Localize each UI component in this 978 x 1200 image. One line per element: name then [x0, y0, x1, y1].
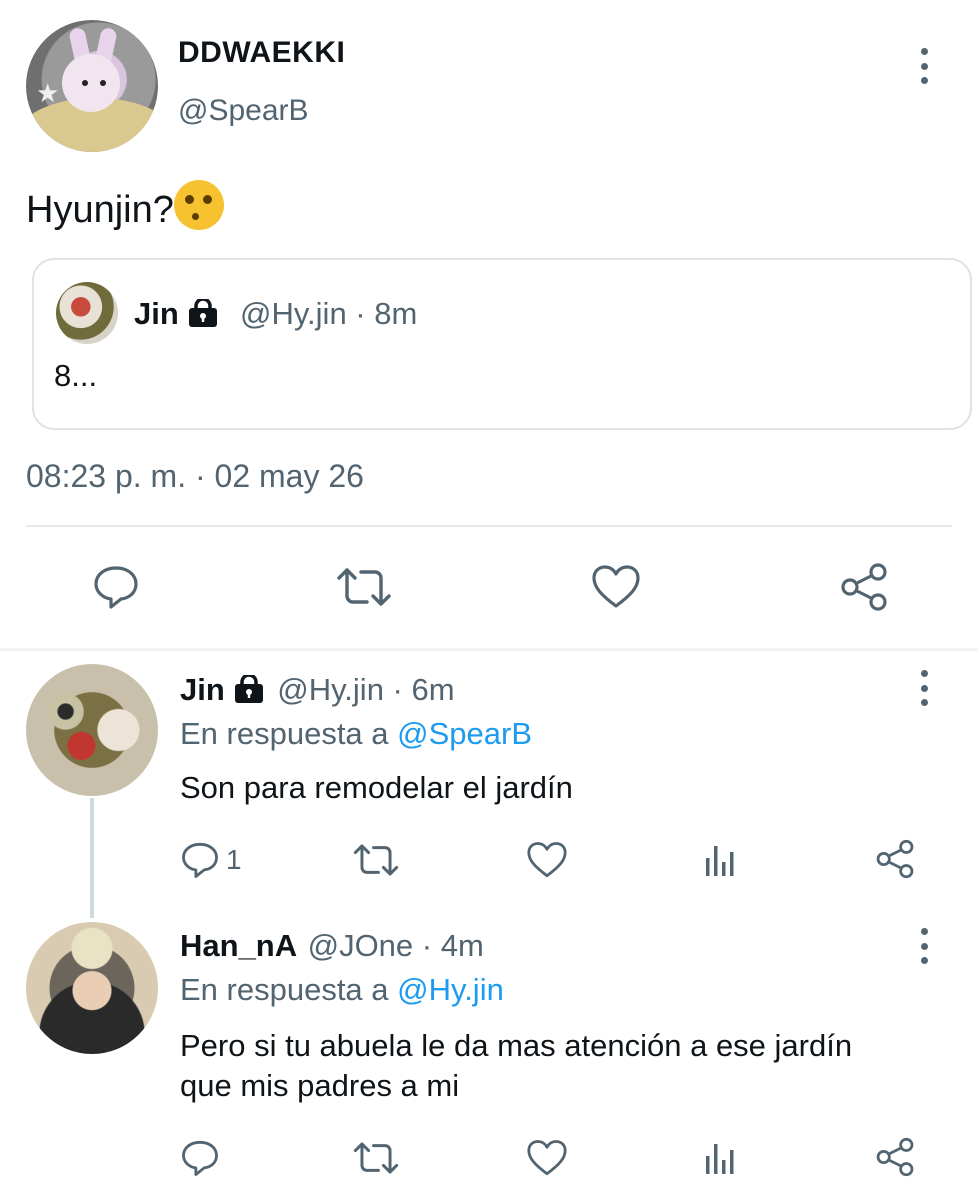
share-button[interactable] [874, 836, 916, 882]
reply-header: Han_nA @JOne · 4m [180, 928, 484, 964]
more-options-icon[interactable] [918, 670, 930, 706]
reply-author-avatar[interactable] [26, 664, 158, 796]
reply-icon [182, 842, 218, 878]
reply-button[interactable] [88, 562, 144, 612]
quoted-author-avatar [56, 282, 118, 344]
share-button[interactable] [836, 560, 892, 614]
quoted-tweet-card[interactable]: Jin @Hy.jin · 8m 8... [32, 258, 972, 430]
tweet-timestamp[interactable]: 08:23 p. m. · 02 may 26 [26, 458, 364, 495]
reply-author-meta: @Hy.jin · 6m [277, 672, 455, 707]
like-button[interactable] [526, 838, 568, 882]
author-avatar[interactable]: ★ [26, 20, 158, 152]
views-icon [706, 1144, 734, 1174]
quoted-tweet-text: 8... [54, 358, 98, 393]
like-icon [527, 842, 567, 878]
raised-eyebrow-emoji-icon [173, 180, 224, 230]
reply-button[interactable] [180, 1136, 226, 1180]
retweet-button[interactable] [352, 838, 400, 882]
mention-link[interactable]: @Hy.jin [397, 972, 504, 1007]
reply-icon [94, 566, 138, 609]
retweet-icon [353, 1142, 399, 1174]
share-icon [841, 563, 887, 611]
share-icon [876, 1137, 914, 1177]
thread-connector [90, 798, 94, 918]
reply-author-avatar[interactable] [26, 922, 158, 1054]
more-options-icon[interactable] [918, 48, 930, 84]
section-divider [0, 648, 978, 651]
mention-link[interactable]: @SpearB [397, 716, 532, 751]
quoted-author-meta: @Hy.jin · 8m [240, 296, 418, 331]
reply-text-line: que mis padres a mi [180, 1068, 460, 1103]
retweet-button[interactable] [352, 1136, 400, 1180]
lock-icon [188, 299, 217, 327]
reply-author-name[interactable]: Han_nA [180, 928, 297, 963]
retweet-icon [353, 844, 399, 876]
replying-to: En respuesta a @SpearB [180, 716, 533, 751]
more-options-icon[interactable] [918, 928, 930, 964]
views-button[interactable] [704, 1136, 738, 1180]
reply-text: Pero si tu abuela le da mas atención a e… [180, 1026, 852, 1106]
views-button[interactable] [704, 838, 738, 882]
retweet-icon [337, 568, 391, 606]
retweet-button[interactable] [334, 562, 394, 612]
like-button[interactable] [526, 1136, 568, 1180]
tweet-text-content: Hyunjin? [26, 189, 174, 231]
share-button[interactable] [874, 1134, 916, 1180]
like-button[interactable] [588, 562, 644, 612]
like-icon [592, 565, 640, 608]
reply-author-meta: @JOne · 4m [307, 928, 484, 963]
views-icon [706, 846, 734, 876]
share-icon [876, 839, 914, 879]
reply-header: Jin @Hy.jin · 6m [180, 672, 455, 708]
tweet-text: Hyunjin? [26, 180, 224, 232]
divider [26, 525, 952, 527]
quoted-author-name: Jin [134, 296, 219, 332]
lock-icon [234, 675, 263, 703]
replying-to: En respuesta a @Hy.jin [180, 972, 504, 1007]
reply-text: Son para remodelar el jardín [180, 770, 573, 805]
reply-icon [182, 1140, 218, 1176]
author-display-name[interactable]: DDWAEKKI [178, 36, 345, 70]
like-icon [527, 1140, 567, 1176]
reply-author-name[interactable]: Jin [180, 672, 225, 707]
reply-button[interactable]: 1 [180, 838, 242, 882]
reply-count: 1 [226, 844, 242, 875]
author-handle[interactable]: @SpearB [178, 94, 309, 128]
reply-text-line: Pero si tu abuela le da mas atención a e… [180, 1028, 853, 1063]
